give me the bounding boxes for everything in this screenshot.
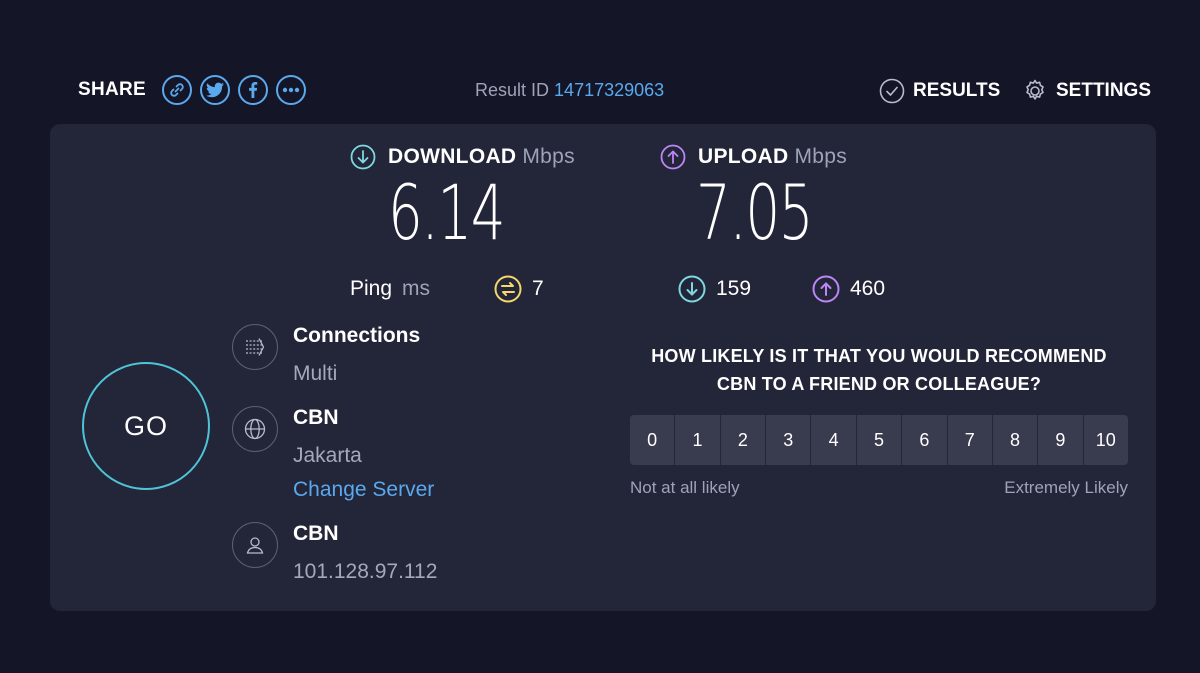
survey-question-line2: CBN TO A FRIEND OR COLLEAGUE? [716, 374, 1042, 394]
scale-max-label: Extremely Likely [1004, 478, 1128, 497]
survey-question-line1: HOW LIKELY IS IT THAT YOU WOULD RECOMMEN… [651, 346, 1107, 366]
result-id-link[interactable]: 14717329063 [554, 80, 664, 100]
nps-score-button[interactable]: 10 [1083, 415, 1128, 465]
upload-header: UPLOAD Mbps [660, 144, 857, 170]
upload-unit: Mbps [794, 145, 848, 168]
client-isp: CBN [293, 522, 339, 545]
ping-row: Ping ms 7 159 460 [350, 274, 885, 304]
check-circle-icon [879, 78, 905, 104]
client-ip: 101.128.97.112 [293, 560, 438, 583]
upload-arrow-icon [812, 275, 840, 303]
nps-score-button[interactable]: 7 [947, 415, 993, 465]
share-twitter-button[interactable] [200, 75, 231, 105]
share-facebook-button[interactable] [238, 75, 269, 105]
upload-value: 7.05 [696, 168, 814, 257]
nps-scale: 0 1 2 3 4 5 6 7 8 9 10 [630, 415, 1128, 465]
nps-score-button[interactable]: 1 [675, 415, 721, 465]
share-more-button[interactable] [276, 75, 307, 105]
ping-icon [494, 275, 522, 303]
download-arrow-icon [678, 275, 706, 303]
share-link-button[interactable] [162, 75, 193, 105]
download-arrow-icon [350, 144, 376, 170]
survey-question: HOW LIKELY IS IT THAT YOU WOULD RECOMMEN… [630, 342, 1128, 398]
upload-metric: UPLOAD Mbps 7.05 [660, 144, 857, 254]
globe-icon [232, 406, 278, 452]
download-metric: DOWNLOAD Mbps 6.14 [350, 144, 575, 254]
download-label: DOWNLOAD [388, 145, 517, 168]
nps-score-button[interactable]: 4 [811, 415, 857, 465]
nps-score-button[interactable]: 5 [856, 415, 903, 465]
download-unit: Mbps [522, 145, 575, 168]
results-link[interactable]: RESULTS [879, 78, 1000, 104]
nps-score-button[interactable]: 3 [766, 415, 812, 465]
server-title: CBN [293, 406, 339, 429]
connections-icon[interactable] [232, 324, 278, 370]
share-bar: SHARE [78, 72, 307, 108]
download-header: DOWNLOAD Mbps [350, 144, 575, 170]
ping-upload-value: 460 [850, 277, 886, 300]
nps-score-button[interactable]: 9 [1038, 415, 1084, 465]
result-id: Result ID 14717329063 [475, 80, 664, 101]
facebook-icon [249, 82, 258, 98]
upload-label: UPLOAD [698, 145, 789, 168]
ping-label: Ping [350, 277, 393, 300]
scale-min-label: Not at all likely [630, 478, 740, 497]
ping-download: 159 [678, 274, 751, 304]
gear-icon [1026, 79, 1044, 100]
twitter-icon [206, 82, 225, 98]
top-bar: SHARE Result ID 14717329063 RESULTS SETT… [0, 0, 1200, 124]
settings-link[interactable]: SETTINGS [1022, 78, 1151, 104]
ping-idle-value: 7 [532, 277, 544, 300]
results-label: RESULTS [913, 80, 1001, 101]
user-icon [232, 522, 278, 568]
connections-value: Multi [293, 362, 338, 385]
more-icon [282, 87, 300, 93]
connections-title: Connections [293, 324, 421, 347]
ping-idle: 7 [494, 274, 544, 304]
nps-score-button[interactable]: 2 [720, 415, 767, 465]
ping-download-value: 159 [716, 277, 752, 300]
ping-unit: ms [402, 277, 431, 300]
server-location: Jakarta [293, 444, 362, 467]
go-button[interactable]: GO [82, 362, 210, 490]
download-value: 6.14 [388, 168, 506, 257]
ping-upload: 460 [812, 274, 885, 304]
results-card: DOWNLOAD Mbps 6.14 UPLOAD Mbps 7.05 Ping… [50, 124, 1156, 611]
nps-score-button[interactable]: 6 [902, 415, 948, 465]
link-icon [170, 83, 184, 97]
change-server-link[interactable]: Change Server [293, 478, 434, 502]
result-id-label: Result ID [475, 80, 550, 100]
upload-arrow-icon [660, 144, 686, 170]
nps-score-button[interactable]: 0 [630, 415, 676, 465]
settings-label: SETTINGS [1056, 80, 1152, 101]
share-label: SHARE [78, 79, 147, 100]
nps-score-button[interactable]: 8 [992, 415, 1039, 465]
